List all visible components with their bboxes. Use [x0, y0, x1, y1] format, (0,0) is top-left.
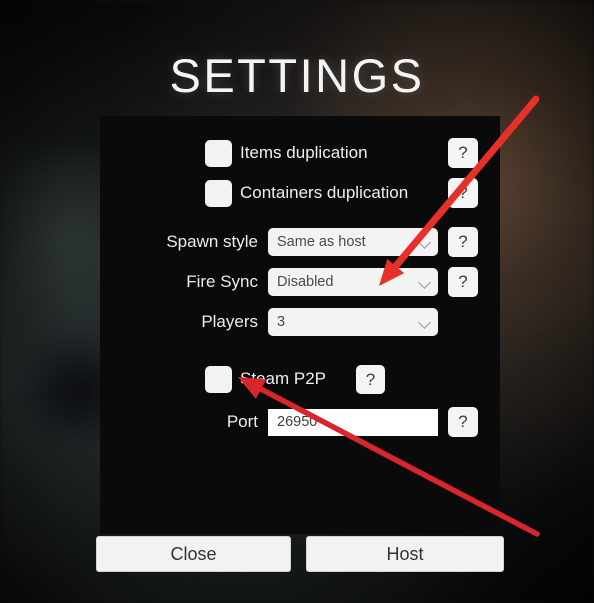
- input-port[interactable]: 26950: [268, 408, 438, 436]
- label-port: Port: [226, 412, 258, 431]
- help-button-fire-sync[interactable]: ?: [448, 267, 478, 297]
- label-players: Players: [201, 312, 258, 331]
- chevron-down-icon: [419, 236, 432, 249]
- row-fire-sync: Fire Sync Disabled ?: [100, 266, 500, 298]
- dropdown-players[interactable]: 3: [268, 308, 438, 336]
- dropdown-players-value: 3: [277, 314, 286, 330]
- input-port-value: 26950: [277, 413, 318, 430]
- checkbox-containers-duplication[interactable]: [205, 179, 232, 207]
- label-fire-sync: Fire Sync: [186, 272, 258, 291]
- label-items-duplication: Items duplication: [240, 143, 368, 162]
- row-port: Port 26950 ?: [100, 406, 500, 438]
- settings-rows: Items duplication ? Containers duplicati…: [100, 116, 500, 534]
- row-steam-p2p: Steam P2P ?: [100, 363, 500, 395]
- row-players: Players 3: [100, 306, 500, 338]
- row-items-duplication: Items duplication ?: [100, 137, 500, 169]
- help-button-spawn-style[interactable]: ?: [448, 227, 478, 257]
- help-button-steam-p2p[interactable]: ?: [356, 364, 385, 394]
- checkbox-steam-p2p[interactable]: [205, 365, 232, 393]
- dropdown-spawn-style-value: Same as host: [277, 234, 366, 250]
- dropdown-spawn-style[interactable]: Same as host: [268, 228, 438, 256]
- chevron-down-icon: [419, 276, 432, 289]
- dropdown-fire-sync-value: Disabled: [277, 274, 334, 290]
- label-containers-duplication: Containers duplication: [240, 183, 409, 202]
- row-containers-duplication: Containers duplication ?: [100, 177, 500, 209]
- host-button[interactable]: Host: [306, 536, 504, 572]
- settings-panel: Items duplication ? Containers duplicati…: [100, 116, 500, 534]
- label-steam-p2p: Steam P2P: [240, 369, 326, 388]
- help-button-items-duplication[interactable]: ?: [448, 138, 478, 168]
- help-button-port[interactable]: ?: [448, 407, 478, 437]
- label-spawn-style: Spawn style: [166, 232, 258, 251]
- game-settings-screen: SETTINGS Items duplication ? Containers …: [0, 0, 594, 603]
- row-spawn-style: Spawn style Same as host ?: [100, 226, 500, 258]
- close-button[interactable]: Close: [96, 536, 291, 572]
- help-button-containers-duplication[interactable]: ?: [448, 178, 478, 208]
- checkbox-items-duplication[interactable]: [205, 139, 232, 167]
- chevron-down-icon: [419, 316, 432, 329]
- dropdown-fire-sync[interactable]: Disabled: [268, 268, 438, 296]
- page-title: SETTINGS: [169, 49, 425, 102]
